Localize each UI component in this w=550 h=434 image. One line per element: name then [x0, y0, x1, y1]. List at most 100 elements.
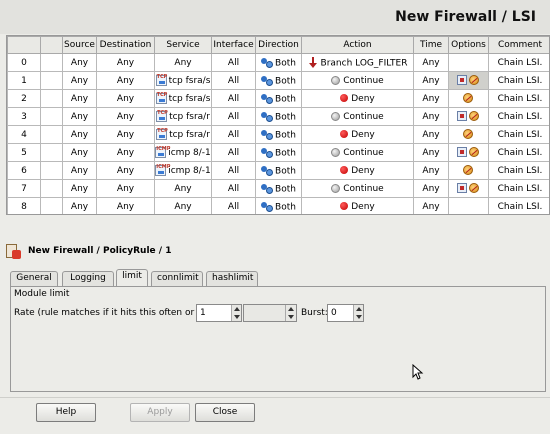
source-cell[interactable]: Any — [62, 143, 97, 162]
header-index[interactable] — [7, 36, 41, 54]
action-cell[interactable]: Deny — [301, 161, 414, 180]
destination-cell[interactable]: Any — [96, 197, 155, 214]
action-cell[interactable]: Deny — [301, 197, 414, 214]
row-index[interactable]: 7 — [7, 179, 41, 198]
service-cell[interactable]: TCP tcp fsra/r — [154, 125, 212, 144]
header-time[interactable]: Time — [413, 36, 449, 54]
table-row[interactable]: 4 Any Any TCP tcp fsra/r All Both Deny Any Chain … — [7, 125, 549, 144]
source-cell[interactable]: Any — [62, 125, 97, 144]
tab-logging[interactable]: Logging — [62, 271, 114, 286]
header-options[interactable]: Options — [448, 36, 489, 54]
source-cell[interactable]: Any — [62, 89, 97, 108]
table-row[interactable]: 5 Any Any ICMP icmp 8/-1 All Both Continue Any Ch… — [7, 143, 549, 162]
comment-cell[interactable]: Chain LSI. — [488, 107, 549, 126]
options-cell[interactable] — [448, 197, 489, 214]
row-index[interactable]: 2 — [7, 89, 41, 108]
direction-cell[interactable]: Both — [255, 89, 302, 108]
time-cell[interactable]: Any — [413, 179, 449, 198]
destination-cell[interactable]: Any — [96, 89, 155, 108]
options-cell[interactable] — [448, 125, 489, 144]
table-row[interactable]: 2 Any Any TCP tcp fsra/s All Both Deny Any Chain … — [7, 89, 549, 108]
time-cell[interactable]: Any — [413, 143, 449, 162]
direction-cell[interactable]: Both — [255, 53, 302, 72]
destination-cell[interactable]: Any — [96, 179, 155, 198]
table-row[interactable]: 6 Any Any ICMP icmp 8/-1 All Both Deny Any Chain … — [7, 161, 549, 180]
service-cell[interactable]: TCP tcp fsra/s — [154, 89, 212, 108]
header-action[interactable]: Action — [301, 36, 414, 54]
chevron-down-icon[interactable] — [288, 315, 294, 319]
rate-spinbox[interactable]: 1 — [196, 304, 242, 322]
interface-cell[interactable]: All — [211, 179, 256, 198]
burst-spinbox[interactable]: 0 — [327, 304, 364, 322]
options-cell[interactable] — [448, 143, 489, 162]
service-cell[interactable]: Any — [154, 197, 212, 214]
action-cell[interactable]: Deny — [301, 125, 414, 144]
comment-cell[interactable]: Chain LSI. — [488, 197, 549, 214]
header-direction[interactable]: Direction — [255, 36, 302, 54]
rate-spin-buttons[interactable] — [231, 305, 241, 321]
destination-cell[interactable]: Any — [96, 107, 155, 126]
direction-cell[interactable]: Both — [255, 71, 302, 90]
table-row[interactable]: 0 Any Any Any All Both Branch LOG_FILTER Any Cha… — [7, 53, 549, 72]
row-index[interactable]: 5 — [7, 143, 41, 162]
time-cell[interactable]: Any — [413, 89, 449, 108]
header-comment[interactable]: Comment — [488, 36, 549, 54]
service-cell[interactable]: ICMP icmp 8/-1 — [154, 161, 212, 180]
interface-cell[interactable]: All — [211, 197, 256, 214]
header-service[interactable]: Service — [154, 36, 212, 54]
direction-cell[interactable]: Both — [255, 161, 302, 180]
source-cell[interactable]: Any — [62, 161, 97, 180]
time-cell[interactable]: Any — [413, 197, 449, 214]
header-gap[interactable] — [40, 36, 63, 54]
interface-cell[interactable]: All — [211, 143, 256, 162]
burst-spin-buttons[interactable] — [353, 305, 363, 321]
time-cell[interactable]: Any — [413, 53, 449, 72]
time-cell[interactable]: Any — [413, 107, 449, 126]
destination-cell[interactable]: Any — [96, 161, 155, 180]
header-interface[interactable]: Interface — [211, 36, 256, 54]
spin-up-icon[interactable] — [356, 307, 362, 311]
action-cell[interactable]: Deny — [301, 89, 414, 108]
destination-cell[interactable]: Any — [96, 143, 155, 162]
spin-down-icon[interactable] — [356, 315, 362, 319]
time-cell[interactable]: Any — [413, 125, 449, 144]
destination-cell[interactable]: Any — [96, 125, 155, 144]
direction-cell[interactable]: Both — [255, 125, 302, 144]
interface-cell[interactable]: All — [211, 125, 256, 144]
interface-cell[interactable]: All — [211, 71, 256, 90]
tab-hashlimit[interactable]: hashlimit — [206, 271, 258, 286]
tab-limit[interactable]: limit — [116, 269, 148, 286]
time-cell[interactable]: Any — [413, 161, 449, 180]
time-cell[interactable]: Any — [413, 71, 449, 90]
source-cell[interactable]: Any — [62, 179, 97, 198]
options-cell[interactable] — [448, 53, 489, 72]
header-destination[interactable]: Destination — [96, 36, 155, 54]
row-index[interactable]: 0 — [7, 53, 41, 72]
comment-cell[interactable]: Chain LSI. — [488, 143, 549, 162]
table-row[interactable]: 7 Any Any Any All Both Continue Any Chain LSI. — [7, 179, 549, 198]
action-cell[interactable]: Branch LOG_FILTER — [301, 53, 414, 72]
service-cell[interactable]: TCP tcp fsra/s — [154, 71, 212, 90]
source-cell[interactable]: Any — [62, 197, 97, 214]
chevron-up-icon[interactable] — [288, 307, 294, 311]
row-index[interactable]: 1 — [7, 71, 41, 90]
close-button[interactable]: Close — [195, 403, 255, 422]
direction-cell[interactable]: Both — [255, 107, 302, 126]
interface-cell[interactable]: All — [211, 161, 256, 180]
interface-cell[interactable]: All — [211, 53, 256, 72]
row-index[interactable]: 6 — [7, 161, 41, 180]
comment-cell[interactable]: Chain LSI. — [488, 179, 549, 198]
spin-up-icon[interactable] — [234, 307, 240, 311]
options-cell[interactable] — [448, 107, 489, 126]
options-cell[interactable] — [448, 89, 489, 108]
tab-general[interactable]: General — [10, 271, 58, 286]
spin-down-icon[interactable] — [234, 315, 240, 319]
action-cell[interactable]: Continue — [301, 179, 414, 198]
direction-cell[interactable]: Both — [255, 179, 302, 198]
action-cell[interactable]: Continue — [301, 71, 414, 90]
rate-unit-select[interactable] — [243, 304, 297, 322]
service-cell[interactable]: Any — [154, 53, 212, 72]
options-cell[interactable] — [448, 179, 489, 198]
apply-button[interactable]: Apply — [130, 403, 190, 422]
source-cell[interactable]: Any — [62, 107, 97, 126]
